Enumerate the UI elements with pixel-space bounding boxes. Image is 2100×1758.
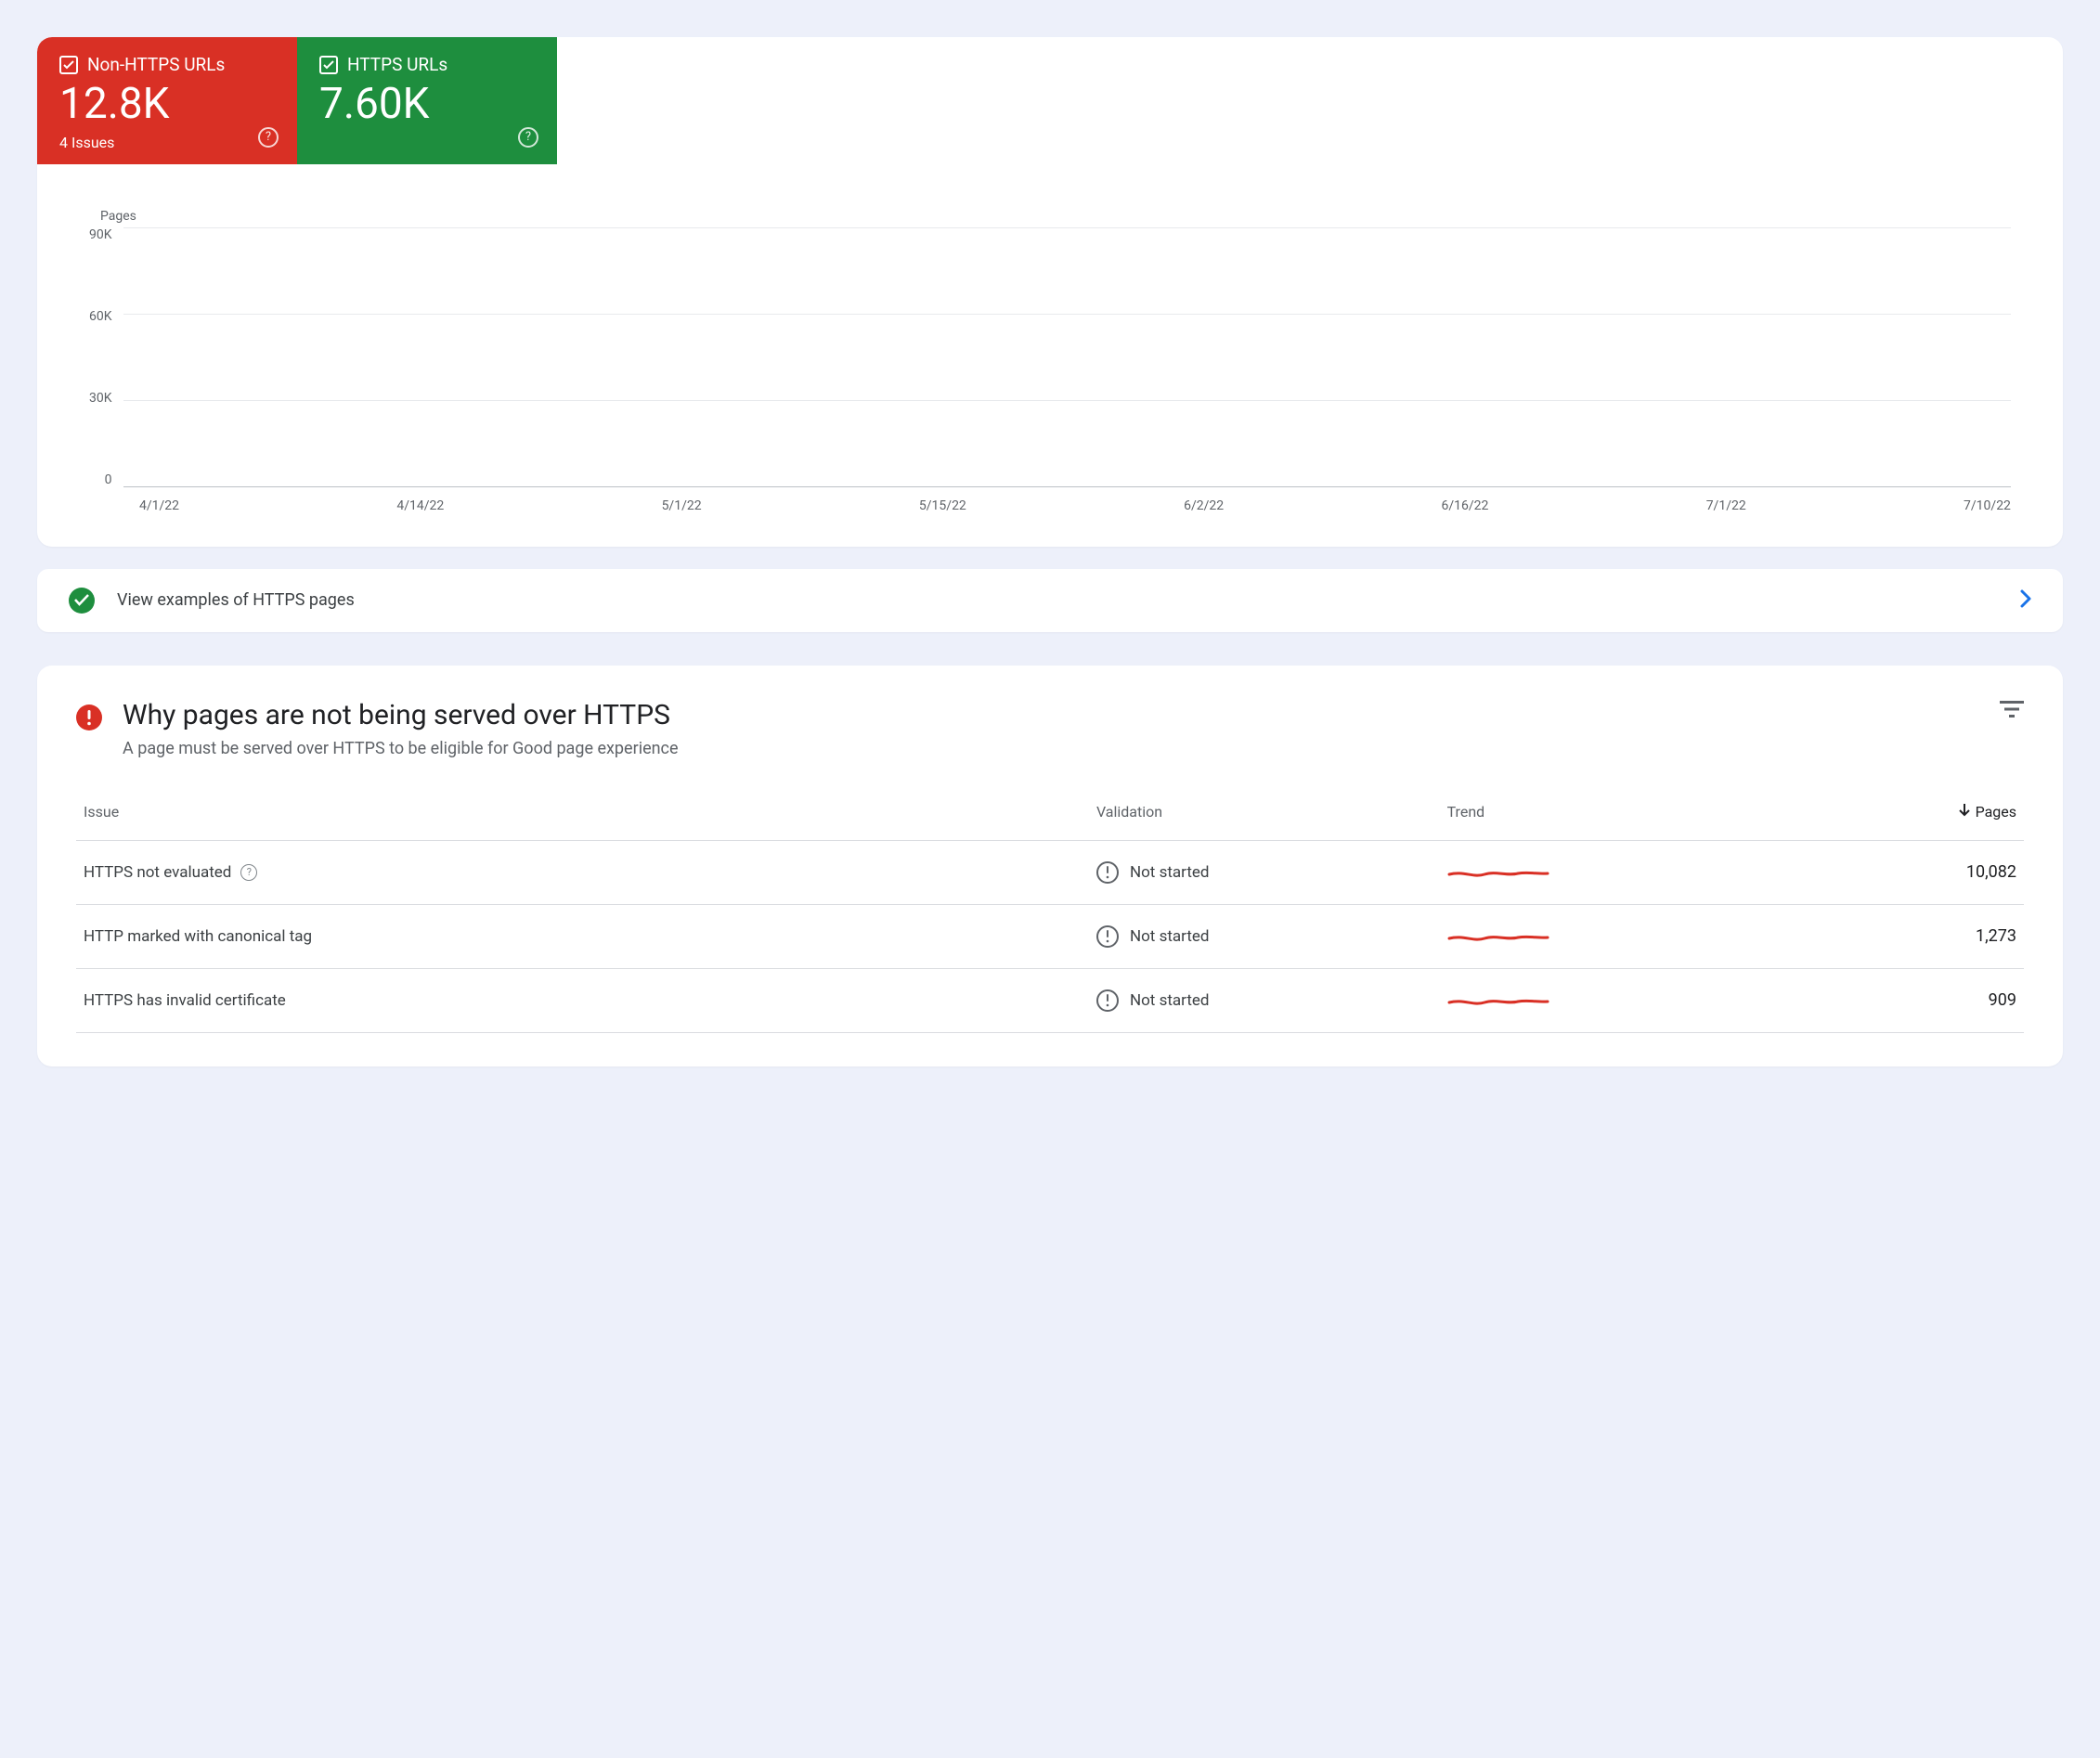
link-text: View examples of HTTPS pages — [117, 590, 355, 610]
non-https-label: Non-HTTPS URLs — [87, 54, 225, 75]
y-tick: 0 — [89, 472, 112, 487]
x-tick: 6/16/22 — [1441, 498, 1488, 513]
checkbox-icon — [319, 56, 338, 74]
issues-subtitle: A page must be served over HTTPS to be e… — [123, 739, 679, 758]
issue-name: HTTP marked with canonical tag — [84, 927, 312, 946]
non-https-sub: 4 Issues — [59, 134, 275, 151]
table-row[interactable]: HTTPS has invalid certificate Not started… — [76, 968, 2024, 1032]
chevron-right-icon — [2020, 589, 2031, 612]
view-examples-link[interactable]: View examples of HTTPS pages — [37, 569, 2063, 632]
alert-circle-icon — [76, 704, 102, 730]
col-issue[interactable]: Issue — [76, 792, 1089, 841]
check-circle-icon — [69, 588, 95, 614]
y-axis-title: Pages — [100, 209, 2011, 224]
chart-container: Pages 90K 60K 30K 0 4/1/22 4/14/22 5/1/22 5/15… — [37, 164, 2063, 547]
help-icon[interactable]: ? — [258, 127, 279, 148]
issue-name: HTTPS not evaluated — [84, 863, 231, 882]
checkbox-icon — [59, 56, 78, 74]
https-label-row: HTTPS URLs — [319, 54, 535, 75]
pages-count: 1,273 — [1712, 904, 2024, 968]
issues-title: Why pages are not being served over HTTP… — [123, 699, 679, 731]
https-overview-card: Non-HTTPS URLs 12.8K 4 Issues ? HTTPS UR… — [37, 37, 2063, 547]
validation-text: Not started — [1130, 991, 1210, 1010]
y-tick: 90K — [89, 227, 112, 242]
status-not-started-icon — [1096, 925, 1119, 948]
arrow-down-icon — [1959, 803, 1970, 821]
table-row[interactable]: HTTP marked with canonical tag Not starte… — [76, 904, 2024, 968]
stat-row: Non-HTTPS URLs 12.8K 4 Issues ? HTTPS UR… — [37, 37, 2063, 164]
x-tick: 4/1/22 — [139, 498, 179, 513]
y-tick: 30K — [89, 391, 112, 406]
x-tick: 5/1/22 — [662, 498, 702, 513]
help-icon[interactable]: ? — [240, 864, 257, 881]
help-icon[interactable]: ? — [518, 127, 538, 148]
validation-text: Not started — [1130, 927, 1210, 946]
filter-icon[interactable] — [2000, 699, 2024, 723]
non-https-stat-tile[interactable]: Non-HTTPS URLs 12.8K 4 Issues ? — [37, 37, 297, 164]
validation-text: Not started — [1130, 863, 1210, 882]
col-validation[interactable]: Validation — [1089, 792, 1440, 841]
status-not-started-icon — [1096, 861, 1119, 884]
issues-table: Issue Validation Trend Pages HTTPS not e… — [76, 792, 2024, 1033]
https-stat-tile[interactable]: HTTPS URLs 7.60K ? — [297, 37, 557, 164]
issues-card: Why pages are not being served over HTTP… — [37, 666, 2063, 1066]
col-pages[interactable]: Pages — [1712, 792, 2024, 841]
non-https-value: 12.8K — [59, 81, 275, 128]
status-not-started-icon — [1096, 989, 1119, 1012]
x-tick: 6/2/22 — [1184, 498, 1224, 513]
table-row[interactable]: HTTPS not evaluated? Not started 10,082 — [76, 840, 2024, 904]
non-https-label-row: Non-HTTPS URLs — [59, 54, 275, 75]
x-tick: 4/14/22 — [396, 498, 444, 513]
pages-count: 10,082 — [1712, 840, 2024, 904]
trend-sparkline — [1440, 840, 1713, 904]
x-tick: 7/10/22 — [1964, 498, 2011, 513]
y-tick: 60K — [89, 309, 112, 324]
x-tick: 7/1/22 — [1706, 498, 1746, 513]
chart-plot[interactable] — [123, 227, 2011, 487]
https-sub — [319, 134, 535, 151]
y-axis: 90K 60K 30K 0 — [89, 227, 123, 487]
x-axis: 4/1/22 4/14/22 5/1/22 5/15/22 6/2/22 6/16/22 7… — [139, 498, 2011, 513]
https-label: HTTPS URLs — [347, 54, 447, 75]
x-tick: 5/15/22 — [919, 498, 966, 513]
pages-count: 909 — [1712, 968, 2024, 1032]
https-value: 7.60K — [319, 81, 535, 128]
issue-name: HTTPS has invalid certificate — [84, 991, 286, 1010]
trend-sparkline — [1440, 904, 1713, 968]
col-trend[interactable]: Trend — [1440, 792, 1713, 841]
trend-sparkline — [1440, 968, 1713, 1032]
